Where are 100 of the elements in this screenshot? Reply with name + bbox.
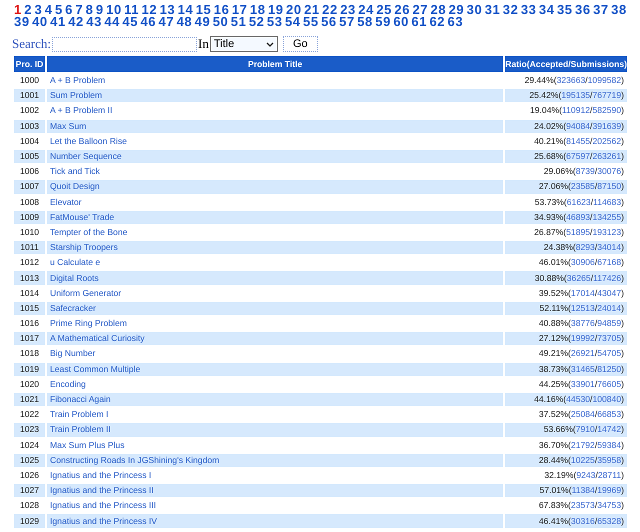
count-link[interactable]: 23585 [570, 181, 595, 192]
page-link[interactable]: 21 [304, 4, 320, 16]
problem-link[interactable]: Tempter of the Bone [50, 226, 128, 237]
problem-link[interactable]: Big Number [50, 348, 96, 358]
page-link[interactable]: 44 [104, 16, 120, 28]
page-link[interactable]: 7 [75, 4, 84, 16]
count-link[interactable]: 7910 [576, 424, 595, 434]
search-field[interactable] [52, 36, 197, 52]
count-link[interactable]: 202562 [592, 136, 622, 146]
count-link[interactable]: 35958 [597, 454, 622, 465]
page-link[interactable]: 59 [375, 16, 391, 28]
page-link[interactable]: 40 [32, 16, 48, 28]
problem-link[interactable]: Ignatius and the Princess IV [50, 516, 158, 526]
page-link[interactable]: 25 [376, 4, 392, 16]
problem-link[interactable]: Safecracker [50, 302, 96, 313]
page-link[interactable]: 55 [303, 16, 319, 28]
page-link[interactable]: 12 [142, 4, 158, 16]
page-link[interactable]: 58 [357, 16, 373, 28]
count-link[interactable]: 46893 [566, 212, 590, 222]
count-link[interactable]: 110912 [562, 105, 590, 116]
page-link[interactable]: 36 [575, 4, 591, 16]
problem-link[interactable]: Encoding [50, 378, 86, 389]
problem-link[interactable]: Ignatius and the Princess I [50, 470, 152, 480]
count-link[interactable]: 391639 [592, 120, 622, 131]
count-link[interactable]: 10225 [570, 454, 595, 465]
count-link[interactable]: 19992 [570, 333, 595, 344]
count-link[interactable]: 8739 [576, 166, 595, 176]
page-link[interactable]: 54 [284, 16, 301, 28]
count-link[interactable]: 36265 [566, 272, 591, 283]
problem-link[interactable]: Quoit Design [50, 181, 100, 192]
page-link[interactable]: 27 [412, 4, 428, 16]
count-link[interactable]: 34014 [597, 242, 622, 252]
count-link[interactable]: 19969 [597, 485, 622, 496]
count-link[interactable]: 30076 [597, 166, 622, 176]
problem-link[interactable]: Train Problem II [50, 424, 111, 434]
page-link[interactable]: 23 [340, 4, 356, 16]
problem-link[interactable]: Tick and Tick [50, 166, 100, 176]
page-link[interactable]: 48 [176, 16, 192, 28]
page-link[interactable]: 3 [34, 4, 42, 16]
page-link[interactable]: 20 [286, 4, 302, 16]
page-link[interactable]: 32 [502, 4, 518, 16]
page-link[interactable]: 62 [429, 16, 446, 28]
page-link[interactable]: 2 [24, 4, 32, 16]
count-link[interactable]: 21792 [570, 440, 595, 450]
problem-link[interactable]: FatMouse' Trade [50, 212, 114, 222]
count-link[interactable]: 11384 [572, 485, 595, 496]
page-link[interactable]: 34 [538, 4, 555, 16]
page-link[interactable]: 24 [358, 4, 374, 16]
problem-link[interactable]: A Mathematical Curiosity [50, 333, 145, 344]
page-link[interactable]: 9 [96, 4, 104, 16]
page-link[interactable]: 53 [266, 16, 283, 28]
count-link[interactable]: 44530 [566, 394, 590, 404]
page-link[interactable]: 8 [86, 4, 94, 16]
problem-link[interactable]: Starship Troopers [50, 242, 118, 252]
problem-link[interactable]: Ignatius and the Princess III [50, 500, 156, 510]
count-link[interactable]: 81455 [566, 136, 590, 146]
problem-link[interactable]: Constructing Roads In JGShining's Kingdom [50, 454, 220, 465]
count-link[interactable]: 14742 [597, 424, 622, 434]
count-link[interactable]: 23573 [570, 500, 595, 510]
count-link[interactable]: 73705 [597, 333, 622, 344]
page-link[interactable]: 18 [250, 4, 266, 16]
page-link[interactable]: 38 [611, 4, 627, 16]
count-link[interactable]: 66853 [597, 409, 622, 420]
count-link[interactable]: 67168 [597, 257, 622, 268]
page-link[interactable]: 60 [393, 16, 409, 28]
count-link[interactable]: 134255 [592, 212, 622, 222]
count-link[interactable]: 8293 [576, 242, 595, 252]
count-link[interactable]: 87150 [597, 181, 622, 192]
count-link[interactable]: 323663 [556, 75, 586, 86]
page-link[interactable]: 49 [194, 16, 210, 28]
count-link[interactable]: 34753 [597, 500, 622, 510]
page-link[interactable]: 10 [106, 4, 122, 16]
count-link[interactable]: 94859 [597, 318, 622, 328]
page-link[interactable]: 31 [484, 4, 500, 16]
count-link[interactable]: 12513 [570, 302, 595, 313]
page-link[interactable]: 51 [230, 16, 246, 28]
page-link[interactable]: 57 [339, 16, 355, 28]
count-link[interactable]: 114683 [593, 196, 622, 207]
page-link[interactable]: 35 [556, 4, 573, 16]
problem-link[interactable]: Let the Balloon Rise [50, 136, 127, 146]
count-link[interactable]: 100840 [592, 394, 622, 404]
count-link[interactable]: 94084 [566, 120, 590, 131]
page-link[interactable]: 37 [593, 4, 609, 16]
problem-link[interactable]: Least Common Multiple [50, 364, 140, 374]
count-link[interactable]: 767719 [592, 90, 622, 100]
field-select[interactable]: Title [210, 36, 278, 52]
count-link[interactable]: 28711 [598, 470, 622, 480]
problem-link[interactable]: Max Sum [50, 120, 86, 131]
problem-link[interactable]: A + B Problem II [50, 105, 112, 116]
count-link[interactable]: 76605 [597, 378, 622, 389]
problem-link[interactable]: Uniform Generator [50, 288, 122, 298]
problem-link[interactable]: Train Problem I [50, 409, 108, 420]
count-link[interactable]: 51895 [566, 226, 590, 237]
count-link[interactable]: 33901 [570, 378, 595, 389]
page-link[interactable]: 28 [430, 4, 446, 16]
count-link[interactable]: 31465 [570, 364, 595, 374]
page-link[interactable]: 15 [196, 4, 212, 16]
count-link[interactable]: 67597 [566, 151, 590, 162]
page-link[interactable]: 17 [232, 4, 248, 16]
page-link[interactable]: 11 [124, 4, 140, 16]
